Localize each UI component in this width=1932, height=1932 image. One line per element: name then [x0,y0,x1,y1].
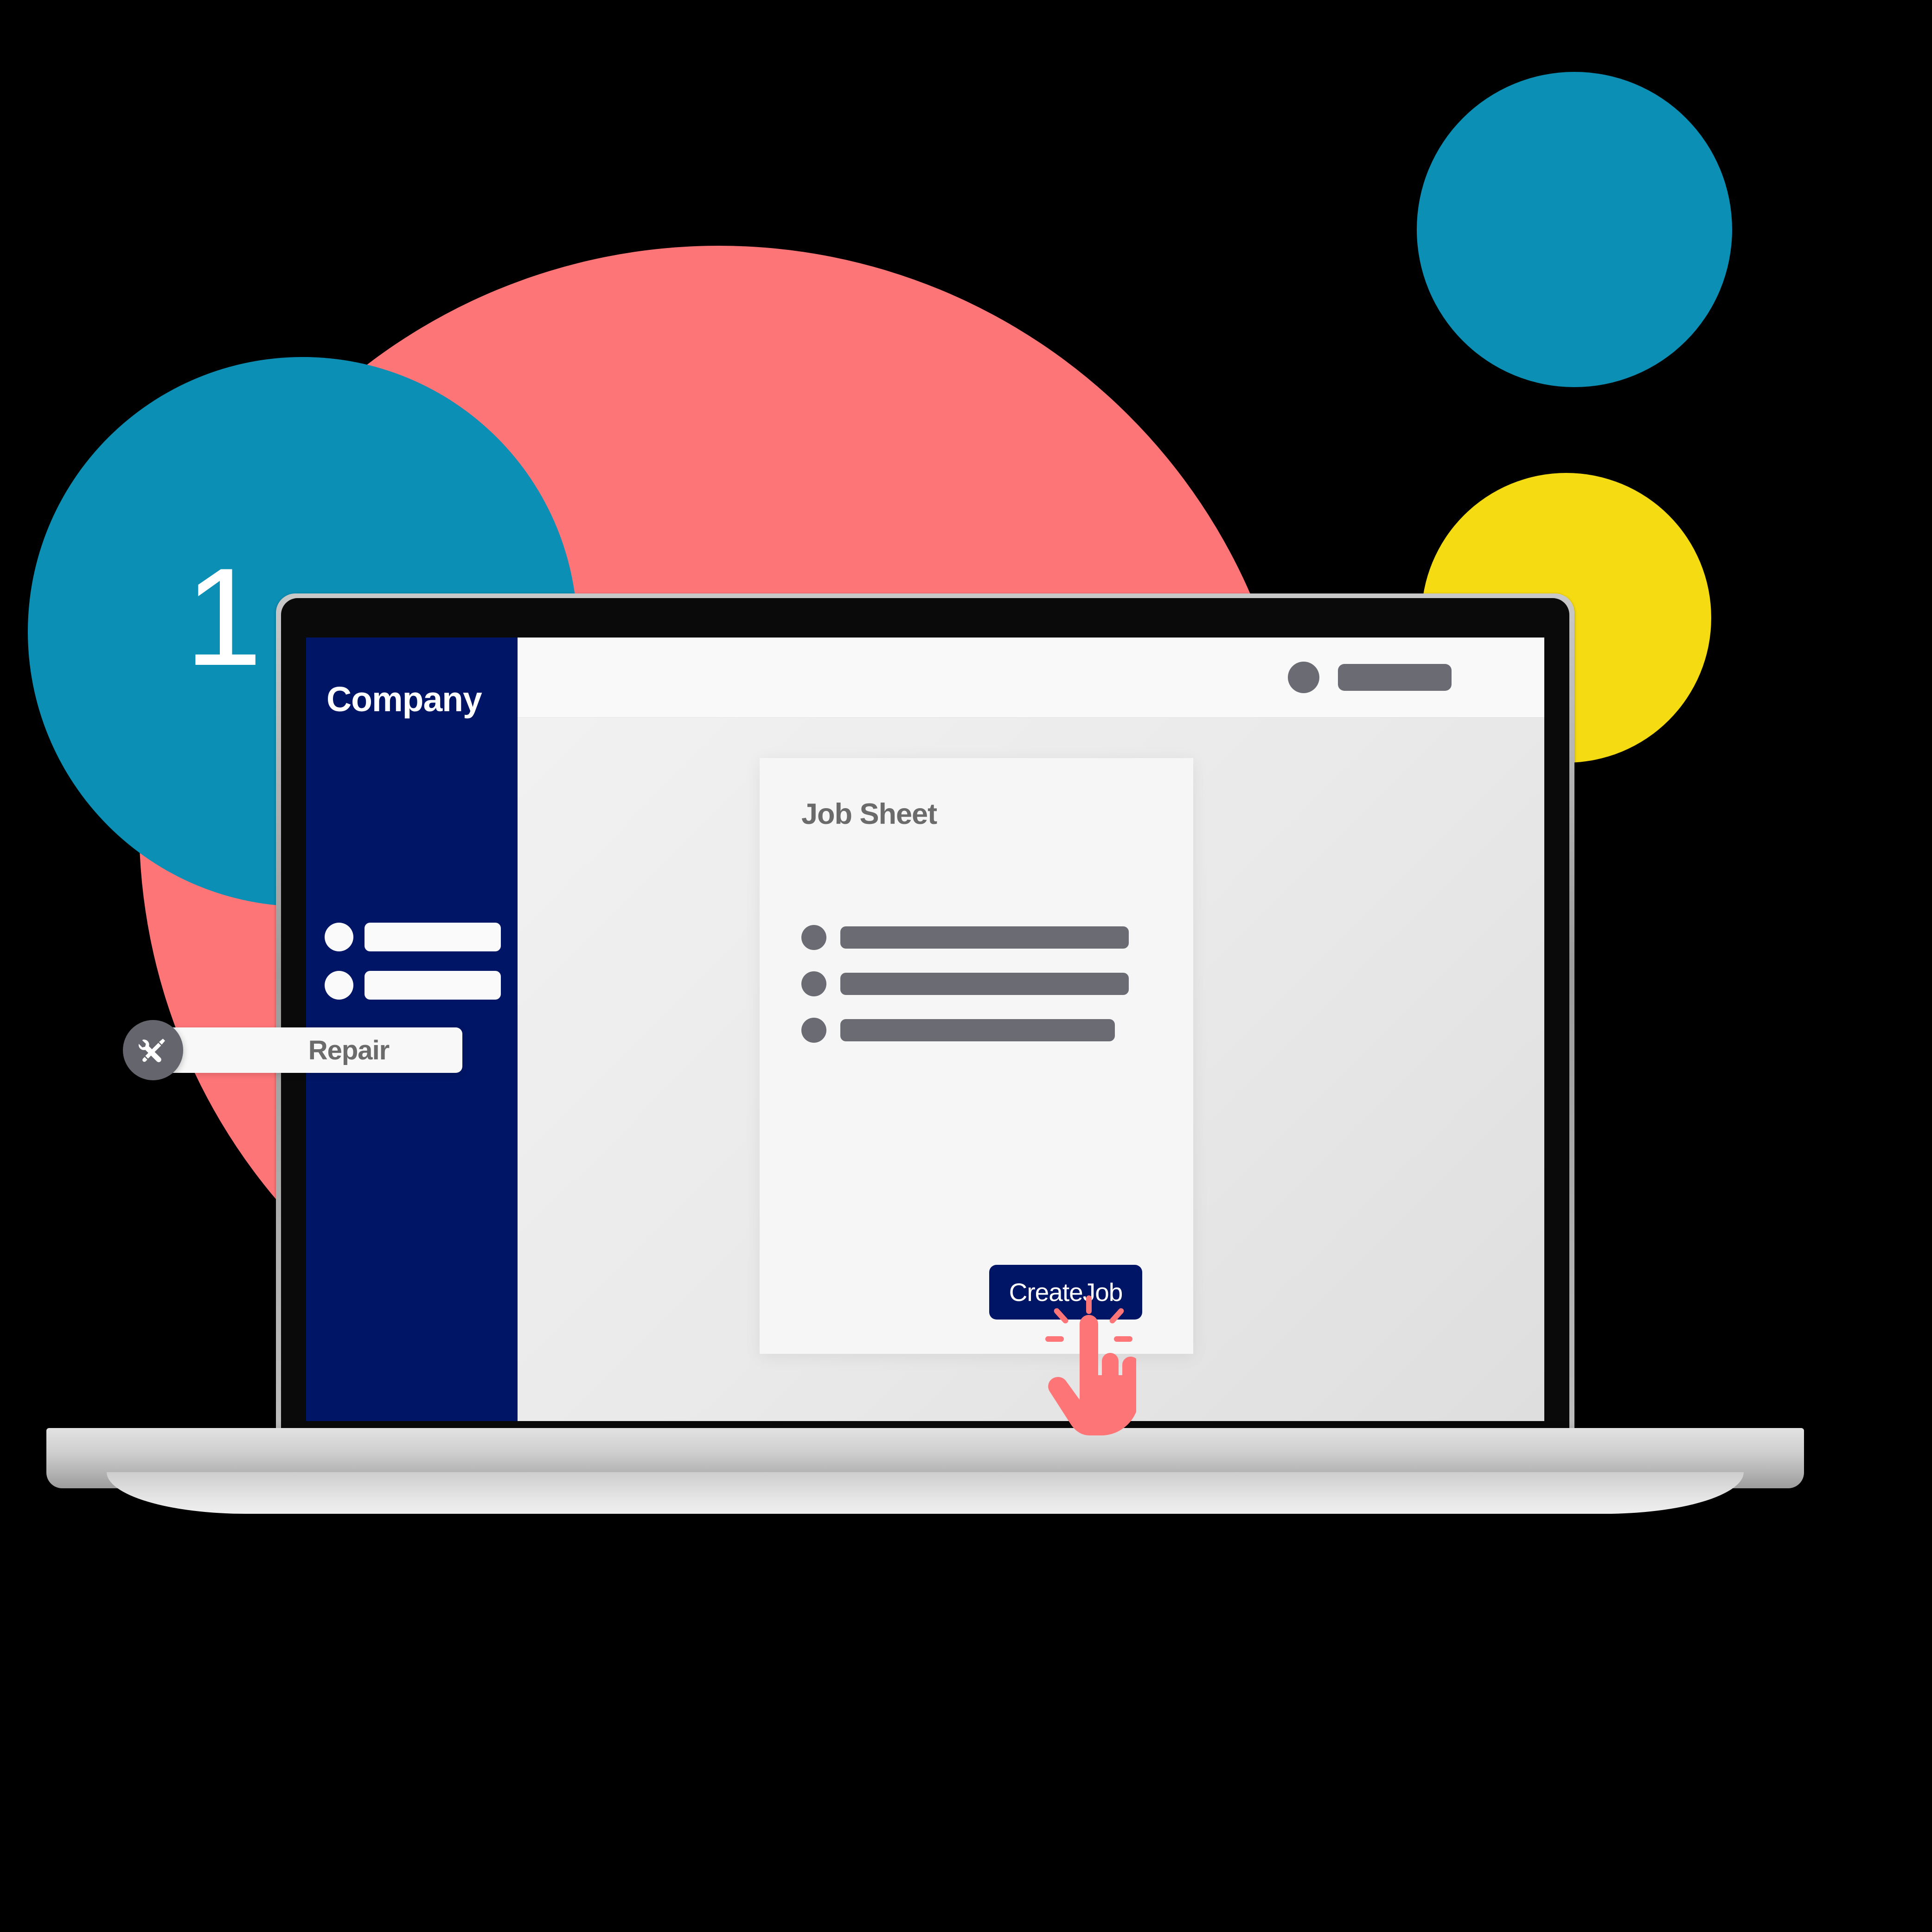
sidebar-item-1[interactable] [325,923,501,951]
repair-pill: Repair [166,1027,462,1073]
sidebar-nav [325,923,501,1019]
row-text-placeholder [840,926,1129,949]
company-name: Company [326,680,482,719]
avatar[interactable] [1288,662,1319,693]
app-topbar [518,638,1544,717]
app-main: Job Sheet CreateJob [518,717,1544,1421]
list-item[interactable] [801,1018,1156,1043]
laptop-foot [107,1472,1744,1514]
row-text-placeholder [840,973,1129,995]
list-item[interactable] [801,925,1156,950]
click-cursor-icon [1045,1295,1136,1435]
teal-circle-top-right-decoration [1417,72,1732,387]
job-sheet-rows [801,925,1156,1064]
bullet-icon [325,971,353,1000]
bullet-icon [325,923,353,951]
illustration-stage: 1 Company Job Sheet CreateJob Repair [0,0,1932,1932]
bullet-icon [801,1018,826,1043]
list-item[interactable] [801,971,1156,996]
tools-icon [123,1020,183,1080]
laptop-screen: Company Job Sheet CreateJob [306,638,1544,1421]
repair-badge[interactable]: Repair [123,1020,462,1080]
sidebar-item-label-placeholder [365,971,501,1000]
sidebar-item-2[interactable] [325,971,501,1000]
topbar-name-placeholder [1338,664,1452,691]
page-title: Job Sheet [801,798,937,830]
bullet-icon [801,971,826,996]
row-text-placeholder [840,1019,1115,1041]
job-sheet-card: Job Sheet CreateJob [760,758,1193,1354]
sidebar-item-label-placeholder [365,923,501,951]
app-content: Job Sheet CreateJob [518,638,1544,1421]
repair-label: Repair [308,1035,390,1065]
bullet-icon [801,925,826,950]
